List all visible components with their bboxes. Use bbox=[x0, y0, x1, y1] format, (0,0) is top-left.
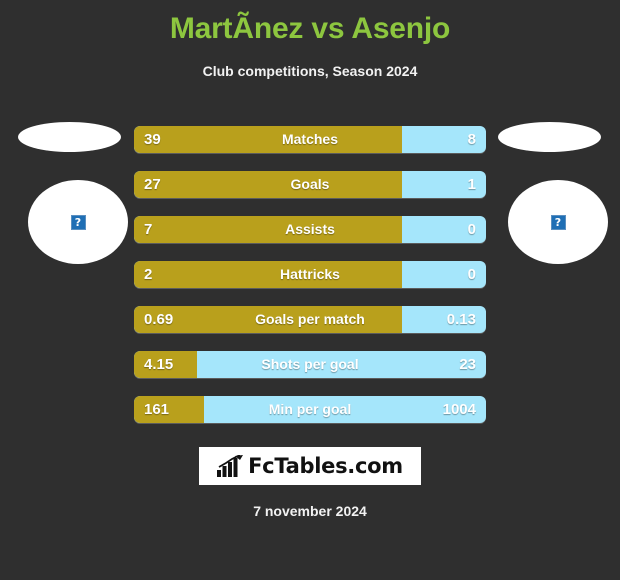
away-value: 0.13 bbox=[446, 311, 476, 328]
avatar: ? bbox=[28, 180, 128, 264]
away-value: 0 bbox=[467, 221, 476, 238]
home-fill bbox=[134, 216, 402, 243]
home-value: 27 bbox=[144, 176, 161, 193]
avatar: ? bbox=[508, 180, 608, 264]
home-value: 2 bbox=[144, 266, 153, 283]
avatar-shadow-ellipse bbox=[498, 122, 601, 152]
home-fill bbox=[134, 306, 402, 333]
stat-comparison-card: MartÃ­nez vs Asenjo Club competitions, S… bbox=[0, 0, 620, 580]
home-value: 161 bbox=[144, 401, 170, 418]
stat-row-shots-per-goal: 4.15 Shots per goal 23 bbox=[134, 351, 486, 378]
stat-bar-list: 39 Matches 8 27 Goals 1 7 Assists 0 2 Ha… bbox=[134, 126, 486, 441]
stat-row-hattricks: 2 Hattricks 0 bbox=[134, 261, 486, 288]
page-subtitle: Club competitions, Season 2024 bbox=[202, 63, 418, 79]
away-value: 0 bbox=[467, 266, 476, 283]
home-fill bbox=[134, 171, 402, 198]
away-value: 8 bbox=[467, 131, 476, 148]
stat-row-goals-per-match: 0.69 Goals per match 0.13 bbox=[134, 306, 486, 333]
away-value: 23 bbox=[459, 356, 476, 373]
broken-image-icon: ? bbox=[70, 214, 86, 230]
bar-chart-arrow-icon bbox=[217, 454, 244, 477]
date-label: 7 november 2024 bbox=[253, 503, 367, 519]
logo-text: FcTables.com bbox=[248, 454, 403, 478]
away-player-avatar-group: ? bbox=[488, 118, 612, 278]
stat-row-goals: 27 Goals 1 bbox=[134, 171, 486, 198]
away-value: 1004 bbox=[442, 401, 476, 418]
fctables-logo[interactable]: FcTables.com bbox=[199, 447, 421, 485]
home-fill bbox=[134, 126, 402, 153]
avatar-shadow-ellipse bbox=[18, 122, 121, 152]
home-player-avatar-group: ? bbox=[8, 118, 132, 278]
home-value: 0.69 bbox=[144, 311, 174, 328]
stat-row-min-per-goal: 161 Min per goal 1004 bbox=[134, 396, 486, 423]
stat-row-matches: 39 Matches 8 bbox=[134, 126, 486, 153]
stat-row-assists: 7 Assists 0 bbox=[134, 216, 486, 243]
broken-image-icon: ? bbox=[550, 214, 566, 230]
home-value: 39 bbox=[144, 131, 161, 148]
home-value: 7 bbox=[144, 221, 153, 238]
home-value: 4.15 bbox=[144, 356, 174, 373]
away-value: 1 bbox=[467, 176, 476, 193]
page-title: MartÃ­nez vs Asenjo bbox=[169, 12, 451, 45]
home-fill bbox=[134, 261, 402, 288]
